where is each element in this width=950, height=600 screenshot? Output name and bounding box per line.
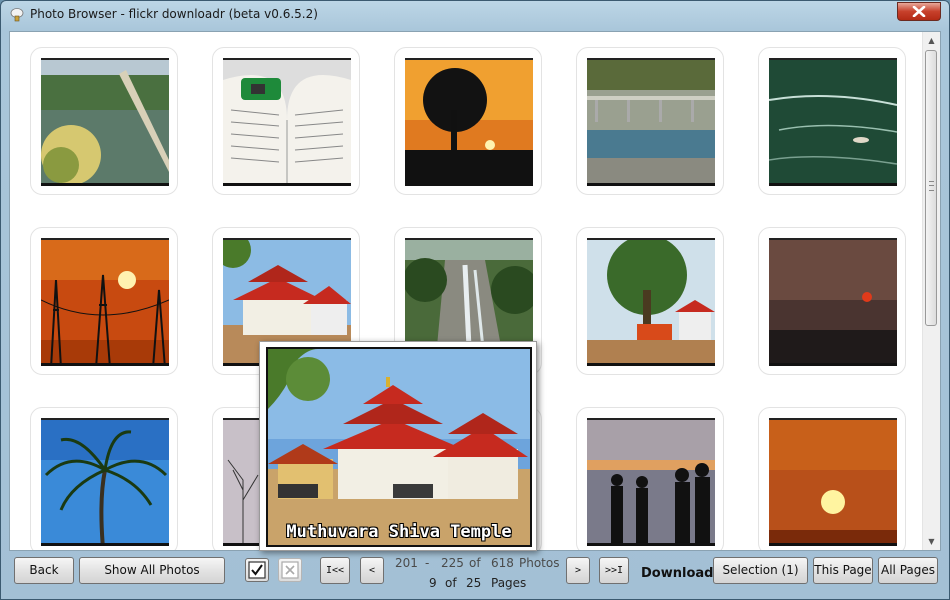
close-icon bbox=[912, 6, 926, 17]
preview-caption: Muthuvara Shiva Temple bbox=[286, 522, 512, 542]
photo-card[interactable] bbox=[212, 47, 360, 195]
preview-photo: Muthuvara Shiva Temple bbox=[266, 347, 532, 547]
photo-thumbnail[interactable] bbox=[769, 238, 897, 366]
scroll-down-arrow-icon[interactable]: ▼ bbox=[923, 533, 940, 550]
total-pages: 25 bbox=[466, 576, 482, 590]
photo-card[interactable] bbox=[30, 227, 178, 375]
app-icon bbox=[10, 8, 24, 22]
photo-card[interactable] bbox=[576, 227, 724, 375]
vertical-scrollbar[interactable]: ▲ ▼ bbox=[922, 32, 940, 550]
clear-selection-button[interactable] bbox=[278, 558, 302, 582]
next-page-button[interactable]: > bbox=[566, 557, 590, 584]
photo-card[interactable] bbox=[758, 47, 906, 195]
clear-x-icon bbox=[281, 561, 299, 579]
range-from: 201 bbox=[395, 556, 418, 570]
download-selection-button[interactable]: Selection (1) bbox=[713, 557, 808, 584]
page-of: of bbox=[445, 576, 457, 590]
scroll-up-arrow-icon[interactable]: ▲ bbox=[923, 32, 940, 49]
window-title: Photo Browser - flickr downloadr (beta v… bbox=[30, 7, 318, 21]
download-all-pages-button[interactable]: All Pages bbox=[878, 557, 938, 584]
photo-card[interactable] bbox=[758, 227, 906, 375]
photo-card[interactable] bbox=[30, 407, 178, 550]
photo-card[interactable] bbox=[394, 47, 542, 195]
pages-label: Pages bbox=[491, 576, 527, 590]
title-bar: Photo Browser - flickr downloadr (beta v… bbox=[1, 1, 949, 29]
photos-label: Photos bbox=[519, 556, 560, 570]
total-photos: 618 bbox=[491, 556, 514, 570]
photo-card[interactable] bbox=[758, 407, 906, 550]
select-all-button[interactable] bbox=[245, 558, 269, 582]
app-window: Photo Browser - flickr downloadr (beta v… bbox=[0, 0, 950, 600]
scroll-thumb[interactable] bbox=[925, 50, 937, 326]
photo-thumbnail[interactable] bbox=[587, 58, 715, 186]
current-page: 9 bbox=[429, 576, 437, 590]
download-this-page-button[interactable]: This Page bbox=[813, 557, 873, 584]
photo-thumbnail[interactable] bbox=[41, 418, 169, 546]
show-all-photos-button[interactable]: Show All Photos bbox=[79, 557, 225, 584]
download-label: Download bbox=[641, 566, 714, 581]
previous-page-button[interactable]: < bbox=[360, 557, 384, 584]
photo-thumbnail[interactable] bbox=[405, 58, 533, 186]
photo-thumbnail[interactable] bbox=[41, 58, 169, 186]
photo-preview-popup: Muthuvara Shiva Temple bbox=[259, 341, 537, 551]
photo-thumbnail[interactable] bbox=[769, 418, 897, 546]
photo-thumbnail[interactable] bbox=[587, 418, 715, 546]
back-button[interactable]: Back bbox=[14, 557, 74, 584]
last-page-button[interactable]: >>I bbox=[599, 557, 629, 584]
bottom-toolbar: Back Show All Photos I<< < 201 - 225 of … bbox=[9, 553, 943, 595]
photo-thumbnail[interactable] bbox=[587, 238, 715, 366]
range-to: 225 bbox=[441, 556, 464, 570]
range-of: of bbox=[469, 556, 481, 570]
photo-card[interactable] bbox=[30, 47, 178, 195]
checkmark-icon bbox=[248, 561, 266, 579]
close-button[interactable] bbox=[897, 2, 941, 21]
photo-thumbnail[interactable] bbox=[769, 58, 897, 186]
range-dash: - bbox=[425, 556, 430, 570]
photo-thumbnail[interactable] bbox=[41, 238, 169, 366]
photo-thumbnail[interactable] bbox=[223, 58, 351, 186]
photo-card[interactable] bbox=[576, 407, 724, 550]
photo-card[interactable] bbox=[576, 47, 724, 195]
first-page-button[interactable]: I<< bbox=[320, 557, 350, 584]
